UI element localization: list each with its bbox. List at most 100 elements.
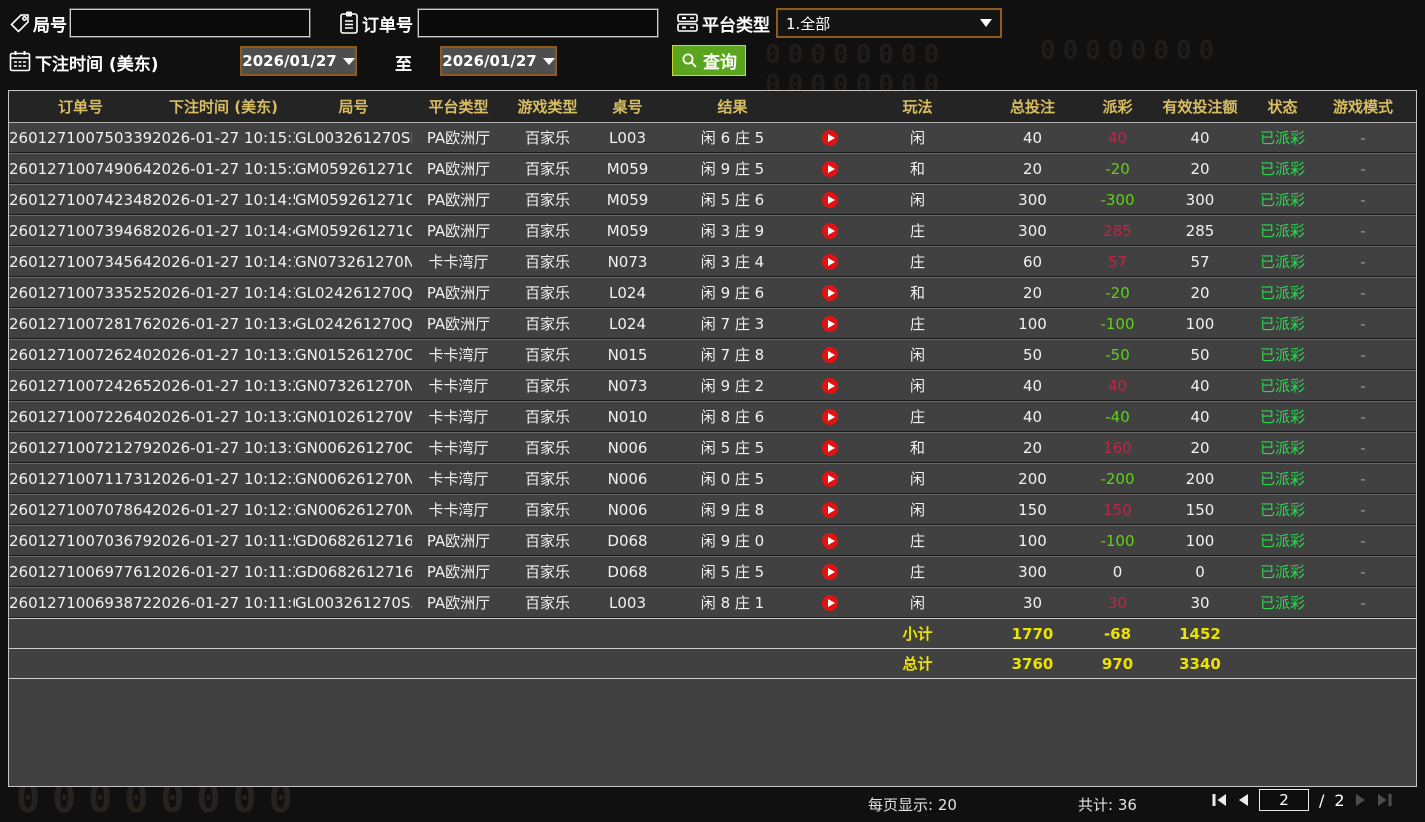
cell-table: N015 (590, 346, 665, 364)
round-number-input[interactable] (70, 9, 310, 37)
table-row: 2601271007490642026-01-27 10:15:24GM0592… (9, 153, 1416, 184)
platform-type-select[interactable]: 1.全部 (776, 8, 1002, 38)
play-video-icon[interactable] (822, 533, 838, 549)
table-row: 2601271006938722026-01-27 10:11:09GL0032… (9, 587, 1416, 618)
grand-total-row-bet: 总计 (860, 653, 975, 674)
cell-status: 已派彩 (1255, 220, 1310, 241)
cell-play (800, 191, 860, 209)
cell-platform: PA欧洲厅 (412, 220, 505, 241)
cell-result: 闲 3 庄 9 (665, 220, 800, 241)
cell-bet: 庄 (860, 313, 975, 334)
cell-bet: 闲 (860, 189, 975, 210)
first-page-icon[interactable] (1212, 793, 1227, 807)
cell-play (800, 253, 860, 271)
play-video-icon[interactable] (822, 316, 838, 332)
cell-time: 2026-01-27 10:13:36 (152, 346, 295, 364)
cell-mode: - (1310, 346, 1416, 364)
cell-status: 已派彩 (1255, 127, 1310, 148)
cell-time: 2026-01-27 10:15:30 (152, 129, 295, 147)
page-number-input[interactable] (1259, 789, 1309, 811)
play-video-icon[interactable] (822, 378, 838, 394)
cell-mode: - (1310, 129, 1416, 147)
cell-game: 百家乐 (505, 344, 590, 365)
search-button[interactable]: 查询 (672, 45, 746, 76)
play-video-icon[interactable] (822, 223, 838, 239)
cell-total: 40 (975, 129, 1090, 147)
grand-total-row-total: 3760 (975, 655, 1090, 673)
cell-mode: - (1310, 594, 1416, 612)
cell-valid: 57 (1145, 253, 1255, 271)
cell-total: 60 (975, 253, 1090, 271)
table-row: 2601271007262402026-01-27 10:13:36GN0152… (9, 339, 1416, 370)
bet-time-label: 下注时间 (美东) (35, 50, 158, 75)
cell-game: 百家乐 (505, 530, 590, 551)
column-header-valid: 有效投注额 (1145, 96, 1255, 117)
cell-game: 百家乐 (505, 189, 590, 210)
cell-valid: 40 (1145, 377, 1255, 395)
cell-result: 闲 9 庄 0 (665, 530, 800, 551)
cell-mode: - (1310, 222, 1416, 240)
cell-order: 260127100703679 (9, 532, 152, 550)
table-body: 2601271007503392026-01-27 10:15:30GL0032… (9, 123, 1416, 678)
cell-play (800, 408, 860, 426)
cell-game: 百家乐 (505, 158, 590, 179)
table-row: 2601271007335252026-01-27 10:14:11GL0242… (9, 277, 1416, 308)
cell-result: 闲 6 庄 5 (665, 127, 800, 148)
cell-round: GN006261270NY (295, 501, 412, 519)
play-video-icon[interactable] (822, 161, 838, 177)
play-video-icon[interactable] (822, 347, 838, 363)
total-pages-text: 2 (1334, 791, 1344, 810)
order-number-input[interactable] (418, 9, 658, 37)
cell-platform: 卡卡湾厅 (412, 468, 505, 489)
cell-time: 2026-01-27 10:13:17 (152, 439, 295, 457)
cell-platform: PA欧洲厅 (412, 592, 505, 613)
cell-order: 260127100724265 (9, 377, 152, 395)
table-row: 2601271006977612026-01-27 10:11:27GD0682… (9, 556, 1416, 587)
cell-game: 百家乐 (505, 561, 590, 582)
play-video-icon[interactable] (822, 254, 838, 270)
cell-valid: 20 (1145, 284, 1255, 302)
platform-icon (676, 11, 699, 39)
cell-table: M059 (590, 222, 665, 240)
cell-status: 已派彩 (1255, 375, 1310, 396)
date-to-picker[interactable]: 2026/01/27 (440, 46, 557, 76)
play-video-icon[interactable] (822, 502, 838, 518)
date-from-picker[interactable]: 2026/01/27 (240, 46, 357, 76)
table-row: 2601271007281762026-01-27 10:13:49GL0242… (9, 308, 1416, 339)
cell-play (800, 222, 860, 240)
cell-play (800, 284, 860, 302)
cell-round: GN006261270NZ (295, 470, 412, 488)
previous-page-icon[interactable] (1237, 793, 1249, 807)
cell-valid: 20 (1145, 160, 1255, 178)
play-video-icon[interactable] (822, 192, 838, 208)
cell-status: 已派彩 (1255, 530, 1310, 551)
play-video-icon[interactable] (822, 471, 838, 487)
play-video-icon[interactable] (822, 595, 838, 611)
cell-play (800, 501, 860, 519)
cell-result: 闲 7 庄 3 (665, 313, 800, 334)
cell-play (800, 160, 860, 178)
table-row: 2601271007036792026-01-27 10:11:55GD0682… (9, 525, 1416, 556)
cell-bet: 庄 (860, 406, 975, 427)
cell-game: 百家乐 (505, 220, 590, 241)
play-video-icon[interactable] (822, 409, 838, 425)
play-video-icon[interactable] (822, 285, 838, 301)
cell-status: 已派彩 (1255, 406, 1310, 427)
play-video-icon[interactable] (822, 564, 838, 580)
platform-type-label: 平台类型 (702, 11, 770, 36)
play-video-icon[interactable] (822, 130, 838, 146)
cell-time: 2026-01-27 10:13:29 (152, 377, 295, 395)
cell-game: 百家乐 (505, 375, 590, 396)
play-video-icon[interactable] (822, 440, 838, 456)
last-page-icon[interactable] (1377, 793, 1392, 807)
cell-payout: -50 (1090, 346, 1145, 364)
column-header-platform: 平台类型 (412, 96, 505, 117)
cell-bet: 闲 (860, 127, 975, 148)
cell-total: 40 (975, 408, 1090, 426)
column-header-payout: 派彩 (1090, 96, 1145, 117)
cell-game: 百家乐 (505, 282, 590, 303)
cell-status: 已派彩 (1255, 344, 1310, 365)
cell-bet: 闲 (860, 344, 975, 365)
next-page-icon[interactable] (1355, 793, 1367, 807)
cell-play (800, 470, 860, 488)
